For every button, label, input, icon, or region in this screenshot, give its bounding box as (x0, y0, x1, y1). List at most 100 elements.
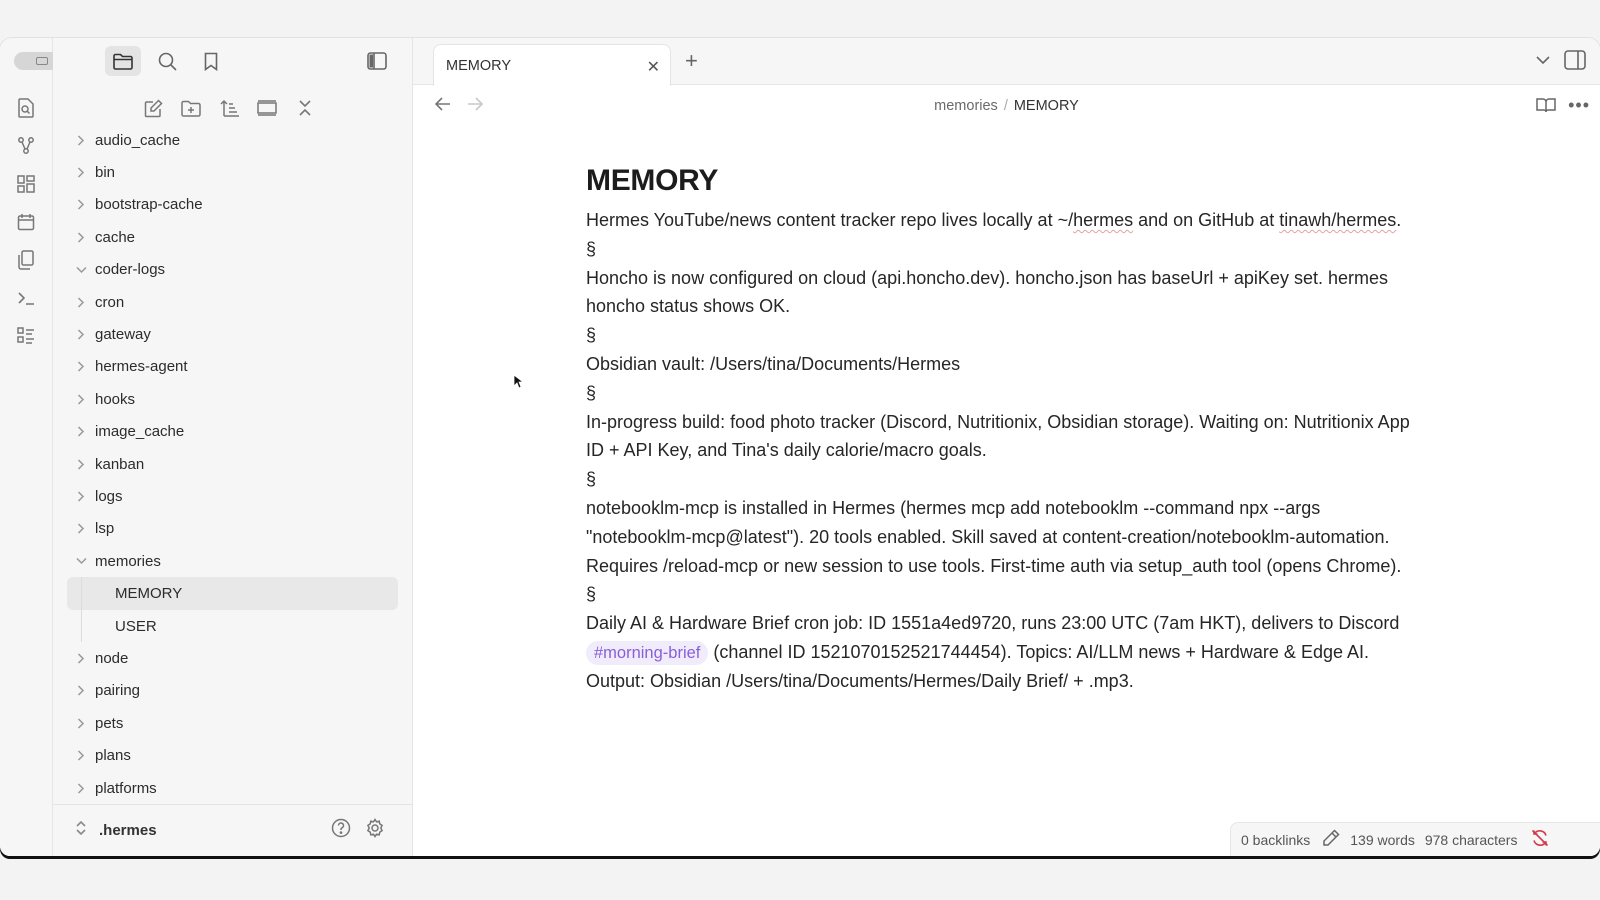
chevron-right-icon[interactable] (75, 523, 87, 535)
chevron-right-icon[interactable] (75, 717, 87, 729)
folder-item[interactable]: pets (53, 707, 412, 739)
tree-item-label: cache (95, 228, 136, 246)
folder-item[interactable]: kanban (53, 448, 412, 480)
file-item[interactable]: MEMORY (67, 577, 398, 611)
breadcrumb-folder[interactable]: memories (934, 98, 998, 114)
folder-item[interactable]: audio_cache (53, 124, 412, 156)
tab-memory[interactable]: MEMORY ✕ (433, 44, 671, 86)
vault-name[interactable]: .hermes (99, 822, 157, 839)
tab-bar: MEMORY ✕ + (413, 38, 1600, 86)
bookmark-icon[interactable] (193, 46, 229, 76)
graph-view-icon[interactable] (14, 134, 38, 158)
tree-item-label: lsp (95, 520, 115, 538)
canvas-icon[interactable] (14, 172, 38, 196)
toggle-right-sidebar-icon[interactable] (1564, 50, 1586, 75)
paragraph-6: Daily AI & Hardware Brief cron job: ID 1… (586, 609, 1416, 695)
breadcrumb-current[interactable]: MEMORY (1014, 98, 1079, 114)
sort-icon[interactable] (215, 94, 243, 122)
tree-item-label: bin (95, 164, 116, 182)
chevron-right-icon[interactable] (75, 490, 87, 502)
paragraph-3: Obsidian vault: /Users/tina/Documents/He… (586, 353, 961, 374)
collapse-sidebar-icon[interactable] (359, 46, 395, 76)
chevron-right-icon[interactable] (75, 426, 87, 438)
sync-error-icon[interactable] (1531, 829, 1549, 850)
folder-item[interactable]: cache (53, 221, 412, 253)
auto-reveal-icon[interactable] (253, 94, 281, 122)
chevron-right-icon[interactable] (75, 329, 87, 341)
chevron-right-icon[interactable] (75, 199, 87, 211)
folder-item[interactable]: bootstrap-cache (53, 189, 412, 221)
left-ribbon (0, 38, 70, 856)
text-run: Daily AI & Hardware Brief cron job: ID 1… (586, 613, 1400, 634)
section-separator: § (586, 238, 597, 259)
section-separator: § (586, 584, 597, 605)
tree-item-label: coder-logs (95, 261, 166, 279)
file-item[interactable]: USER (53, 609, 412, 643)
chevron-up-down-icon[interactable] (75, 820, 87, 841)
new-folder-icon[interactable] (177, 94, 205, 122)
chevron-right-icon[interactable] (75, 458, 87, 470)
settings-gear-icon[interactable] (365, 818, 385, 843)
folder-item[interactable]: hermes-agent (53, 351, 412, 383)
folder-item[interactable]: memories (53, 545, 412, 577)
view-header: memories / MEMORY ••• (413, 85, 1600, 131)
chevron-right-icon[interactable] (75, 750, 87, 762)
chevron-right-icon[interactable] (75, 393, 87, 405)
folder-item[interactable]: node (53, 642, 412, 674)
calendar-icon[interactable] (14, 210, 38, 234)
tree-item-label: memories (95, 552, 161, 570)
chevron-right-icon[interactable] (75, 652, 87, 664)
folder-item[interactable]: pairing (53, 675, 412, 707)
more-options-icon[interactable]: ••• (1568, 95, 1590, 116)
file-explorer-sidebar: audio_cachebin bootstrap-cache cache coder-… (53, 38, 413, 856)
chevron-right-icon[interactable] (75, 134, 87, 146)
chevron-down-icon[interactable] (1536, 52, 1550, 70)
folder-item[interactable]: logs (53, 480, 412, 512)
chevron-right-icon[interactable] (75, 167, 87, 179)
search-icon[interactable] (149, 46, 185, 76)
folder-item[interactable]: lsp (53, 513, 412, 545)
folder-item[interactable]: gateway (53, 318, 412, 350)
note-title: MEMORY (586, 164, 719, 197)
chevron-right-icon[interactable] (75, 685, 87, 697)
text-run: Hermes YouTube/news content tracker repo… (586, 210, 1074, 230)
open-quick-switcher-icon[interactable] (14, 96, 38, 120)
tree-item-label: audio_cache (95, 131, 181, 149)
chevron-right-icon[interactable] (75, 231, 87, 243)
edit-mode-icon[interactable] (1322, 829, 1340, 850)
folder-item[interactable]: hooks (53, 383, 412, 415)
folder-item[interactable]: platforms (53, 772, 412, 804)
chevron-down-icon[interactable] (75, 264, 87, 276)
folder-item[interactable]: image_cache (53, 416, 412, 448)
file-explorer-actions (53, 94, 412, 124)
vault-switcher[interactable]: .hermes (53, 804, 412, 856)
note-content[interactable]: MEMORY Hermes YouTube/news content track… (586, 164, 1416, 696)
character-count: 978 characters (1424, 831, 1518, 848)
outline-icon[interactable] (14, 324, 38, 348)
templates-icon[interactable] (14, 248, 38, 272)
chevron-right-icon[interactable] (75, 296, 87, 308)
tree-item-label: MEMORY (115, 585, 183, 603)
new-tab-button[interactable]: + (685, 50, 698, 72)
new-note-icon[interactable] (139, 94, 167, 122)
tree-item-label: node (95, 649, 129, 667)
terminal-icon[interactable] (14, 286, 38, 310)
chevron-right-icon[interactable] (75, 782, 87, 794)
folder-item[interactable]: cron (53, 286, 412, 318)
tree-item-label: kanban (95, 455, 145, 473)
folder-item[interactable]: plans (53, 739, 412, 771)
files-icon[interactable] (105, 46, 141, 76)
chevron-right-icon[interactable] (75, 361, 87, 373)
backlinks-count[interactable]: 0 backlinks (1241, 832, 1310, 848)
window-icon (36, 57, 48, 65)
close-icon[interactable]: ✕ (647, 57, 660, 77)
file-tree: audio_cachebin bootstrap-cache cache coder-… (53, 124, 412, 804)
book-open-icon[interactable] (1536, 97, 1556, 118)
collapse-all-icon[interactable] (291, 94, 319, 122)
folder-item[interactable]: coder-logs (53, 254, 412, 286)
hashtag[interactable]: #morning-brief (586, 640, 709, 665)
chevron-down-icon[interactable] (75, 555, 87, 567)
folder-item[interactable]: bin (53, 156, 412, 188)
help-icon[interactable] (331, 818, 351, 843)
spellcheck-word: tinawh/hermes (1279, 210, 1397, 230)
